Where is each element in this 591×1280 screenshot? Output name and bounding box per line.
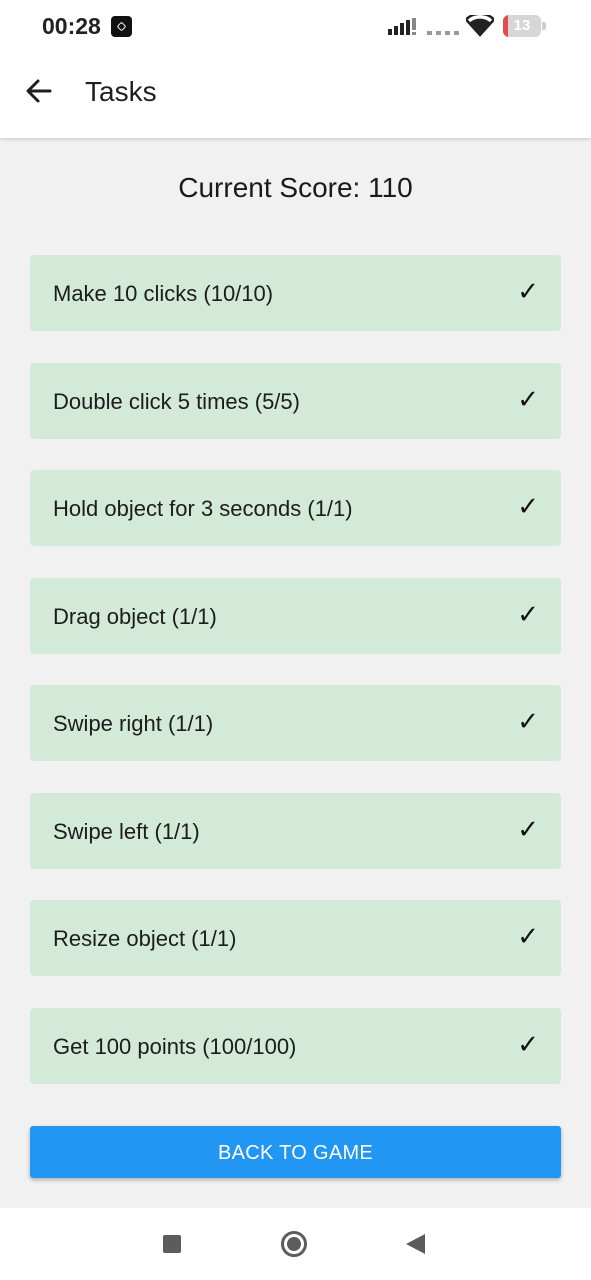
task-label: Resize object (1/1) <box>53 926 237 951</box>
current-score: Current Score: 110 <box>178 172 413 203</box>
battery-level-text: 13 <box>513 17 531 34</box>
task-label: Make 10 clicks (10/10) <box>53 281 274 306</box>
task-item: Drag object (1/1) ✓ <box>30 577 561 654</box>
task-list: Make 10 clicks (10/10) ✓ Double click 5 … <box>30 255 561 1115</box>
page-title: Tasks <box>85 76 157 107</box>
check-icon: ✓ <box>517 492 539 522</box>
task-item: Resize object (1/1) ✓ <box>30 900 561 976</box>
signal-icon <box>388 18 416 35</box>
task-label: Swipe right (1/1) <box>53 711 214 736</box>
check-icon: ✓ <box>517 384 539 415</box>
check-icon: ✓ <box>517 707 539 737</box>
task-item: Hold object for 3 seconds (1/1) ✓ <box>30 470 561 546</box>
task-label: Double click 5 times (5/5) <box>53 388 300 414</box>
task-item: Make 10 clicks (10/10) ✓ <box>30 255 561 331</box>
task-item: Get 100 points (100/100) ✓ <box>30 1007 561 1084</box>
arrow-back-icon[interactable] <box>24 76 54 106</box>
status-time: 00:28 <box>42 13 101 39</box>
check-icon: ✓ <box>517 814 539 845</box>
recents-square-icon[interactable] <box>163 1235 181 1253</box>
back-to-game-button[interactable]: BACK TO GAME <box>30 1126 561 1178</box>
battery-tip <box>542 22 546 30</box>
back-triangle-icon[interactable] <box>406 1234 425 1254</box>
dots-icon <box>427 31 459 35</box>
task-label: Hold object for 3 seconds (1/1) <box>53 496 353 521</box>
system-nav-bar <box>0 1208 591 1280</box>
task-label: Get 100 points (100/100) <box>53 1033 297 1059</box>
screen: 00:28 13 Tasks Current Score: 110 Make 1… <box>0 0 591 1280</box>
wifi-icon <box>466 15 494 37</box>
task-label: Swipe left (1/1) <box>53 818 200 844</box>
task-label: Drag object (1/1) <box>53 603 217 629</box>
app-notification-icon <box>111 16 132 37</box>
check-icon: ✓ <box>517 922 539 952</box>
check-icon: ✓ <box>517 1029 539 1060</box>
home-circle-icon[interactable] <box>281 1231 307 1257</box>
task-item: Swipe right (1/1) ✓ <box>30 685 561 761</box>
check-icon: ✓ <box>517 277 539 307</box>
check-icon: ✓ <box>517 599 539 630</box>
battery-icon: 13 <box>503 15 541 37</box>
app-bar: Tasks <box>0 54 591 138</box>
task-item: Double click 5 times (5/5) ✓ <box>30 362 561 439</box>
task-item: Swipe left (1/1) ✓ <box>30 792 561 869</box>
status-bar: 00:28 13 <box>0 0 591 54</box>
